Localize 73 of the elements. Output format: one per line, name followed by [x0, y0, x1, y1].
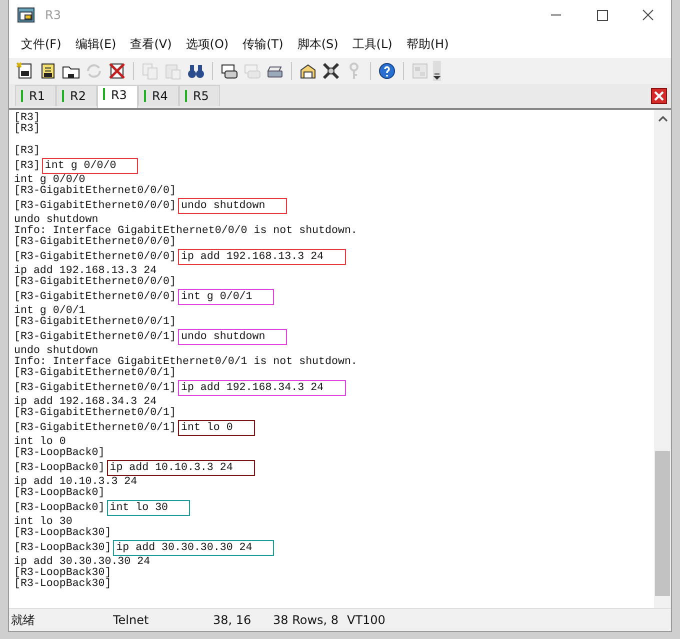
terminal-prompt: [R3-GigabitEthernet0/0/1] [14, 422, 176, 434]
terminal-line: [R3-GigabitEthernet0/0/0] [14, 186, 176, 197]
status-text: VT100 [347, 613, 386, 627]
terminal-line: [R3-LoopBack30] [14, 528, 112, 539]
terminal-line: [R3-GigabitEthernet0/0/0] [14, 277, 176, 288]
terminal-line: Info: Interface GigabitEthernet0/0/0 is not shutdown. [14, 226, 358, 237]
terminal-line: Info: Interface GigabitEthernet0/0/1 is not shutdown. [14, 357, 358, 368]
scrollbar-thumb[interactable] [655, 451, 670, 596]
help-icon[interactable] [377, 61, 397, 81]
terminal-line: [R3-LoopBack30] [14, 579, 112, 590]
terminal-command: ip add 10.10.3.3 24 [106, 460, 255, 476]
terminal-command: ip add 30.30.30.30 24 [113, 540, 274, 556]
terminal-line: ip add 10.10.3.3 24 [14, 477, 138, 488]
scroll-up-icon[interactable] [658, 116, 668, 122]
terminal-command: int lo 30 [106, 500, 190, 516]
terminal-line: [R3-LoopBack0] [14, 448, 105, 459]
terminal-line: [R3-GigabitEthernet0/0/1] [14, 368, 176, 379]
terminal-line: int g 0/0/0 [14, 175, 86, 186]
terminal-line: [R3-LoopBack0] [14, 488, 105, 499]
terminal-line: int lo 0 [14, 437, 66, 448]
tab[interactable]: R2 [56, 85, 97, 106]
terminal-prompt: [R3] [14, 160, 40, 172]
menu-item[interactable]: 工具(L) [352, 36, 392, 52]
terminal-command: ip add 192.168.13.3 24 [178, 249, 346, 265]
terminal-line: [R3] [14, 113, 40, 124]
tab[interactable]: R5 [178, 85, 220, 106]
terminal-line: [R3-GigabitEthernet0/0/1] [14, 408, 176, 419]
terminal-line: [R3-GigabitEthernet0/0/1] [14, 317, 176, 328]
menu-item[interactable]: 编辑(E) [75, 36, 116, 52]
menu-item[interactable]: 文件(F) [21, 36, 62, 52]
terminal-line: [R3-GigabitEthernet0/0/0] [14, 237, 176, 248]
terminal-command: int lo 0 [178, 420, 255, 436]
app-icon [17, 7, 35, 23]
terminal-line: int g 0/0/1 [14, 306, 86, 317]
close-icon[interactable] [651, 88, 667, 104]
menu-item[interactable]: 查看(V) [130, 36, 172, 52]
menu-item[interactable]: 脚本(S) [297, 36, 338, 52]
status-text: 就绪 [10, 612, 36, 628]
menu-item[interactable]: 帮助(H) [406, 36, 449, 52]
dropdown-icon[interactable] [433, 61, 441, 81]
menu-item[interactable]: 传输(T) [242, 36, 284, 52]
terminal-command: int g 0/0/1 [178, 289, 274, 305]
terminal-line: [R3] [14, 124, 40, 135]
terminal-command: ip add 192.168.34.3 24 [178, 380, 346, 396]
terminal-line: ip add 192.168.34.3 24 [14, 397, 157, 408]
terminal-prompt: [R3-GigabitEthernet0/0/1] [14, 332, 176, 342]
menu-item[interactable]: 选项(O) [186, 36, 229, 52]
tab[interactable]: R4 [138, 85, 179, 106]
terminal-prompt: [R3-LoopBack0] [14, 502, 105, 514]
terminal-line: int lo 30 [14, 517, 72, 528]
scrollbar[interactable] [654, 110, 671, 608]
terminal-prompt: [R3-LoopBack30] [14, 542, 112, 554]
terminal-line: ip add 30.30.30.30 24 [14, 557, 150, 568]
terminal-line: ip add 192.168.13.3 24 [14, 266, 157, 277]
terminal-command: undo shutdown [178, 329, 288, 345]
terminal-prompt: [R3-GigabitEthernet0/0/0] [14, 200, 176, 212]
tab[interactable]: R3 [96, 85, 138, 108]
terminal-prompt: [R3-LoopBack0] [14, 462, 105, 474]
status-text: 38, 16 [213, 613, 252, 627]
terminal-prompt: [R3-GigabitEthernet0/0/1] [14, 382, 176, 394]
window-title: R3 [45, 8, 61, 22]
terminal-prompt: [R3-GigabitEthernet0/0/0] [14, 292, 176, 302]
status-text: 38 Rows, 8 [273, 613, 340, 627]
terminal-prompt: [R3-GigabitEthernet0/0/0] [14, 252, 176, 262]
document-icon[interactable] [107, 61, 127, 81]
terminal-line: undo shutdown [14, 215, 98, 226]
tab[interactable]: R1 [15, 85, 56, 106]
terminal-line: undo shutdown [14, 346, 98, 357]
status-text: Telnet [113, 613, 150, 627]
terminal-command: undo shutdown [178, 198, 288, 214]
terminal-command: int g 0/0/0 [42, 158, 138, 174]
terminal-line: [R3-LoopBack30] [14, 568, 112, 579]
terminal-line: [R3] [14, 146, 40, 157]
